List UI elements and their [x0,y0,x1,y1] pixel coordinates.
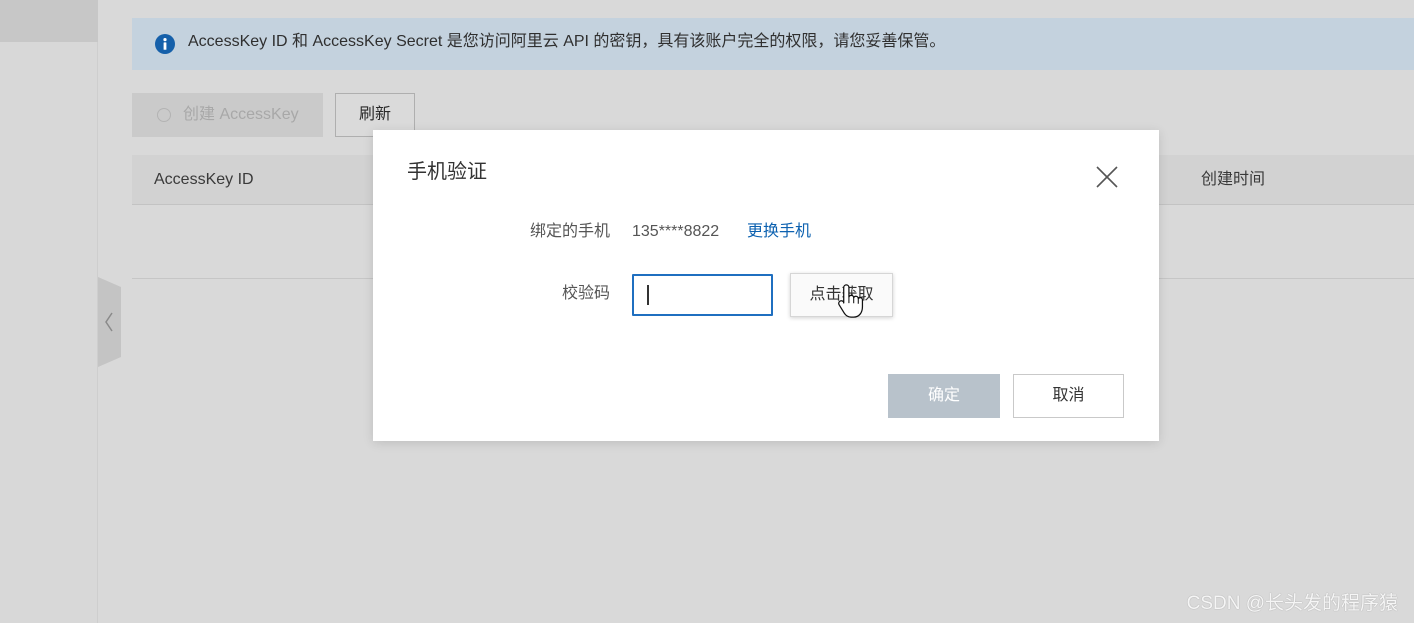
info-banner: AccessKey ID 和 AccessKey Secret 是您访问阿里云 … [132,18,1414,70]
sidebar-header-block [0,0,98,42]
confirm-button[interactable]: 确定 [888,374,1000,418]
phone-verification-modal: 手机验证 绑定的手机 135****8822 更换手机 校验码 点击获取 确定 … [373,130,1159,441]
sidebar [0,0,98,623]
verification-code-input[interactable] [632,274,773,316]
sidebar-collapse-handle[interactable] [98,277,121,367]
info-banner-text: AccessKey ID 和 AccessKey Secret 是您访问阿里云 … [188,33,946,50]
bound-phone-label: 绑定的手机 [529,223,610,240]
get-code-button[interactable]: 点击获取 [790,273,893,317]
column-header-created-time: 创建时间 [1201,171,1266,188]
change-phone-link[interactable]: 更换手机 [747,220,811,244]
verification-code-label: 校验码 [561,285,610,302]
create-accesskey-button[interactable]: 创建 AccessKey [132,93,323,137]
spinner-icon [157,108,171,122]
create-accesskey-label: 创建 AccessKey [183,106,299,123]
modal-title: 手机验证 [407,161,487,183]
text-caret [647,285,649,305]
column-header-accesskey-id: AccessKey ID [154,171,254,188]
bound-phone-value: 135****8822 [632,223,720,240]
cancel-button[interactable]: 取消 [1013,374,1124,418]
modal-close-button[interactable] [1095,165,1119,189]
watermark: CSDN @长头发的程序猿 [1186,593,1398,614]
chevron-left-icon [98,277,121,367]
info-icon [155,34,175,54]
close-icon [1096,166,1118,188]
